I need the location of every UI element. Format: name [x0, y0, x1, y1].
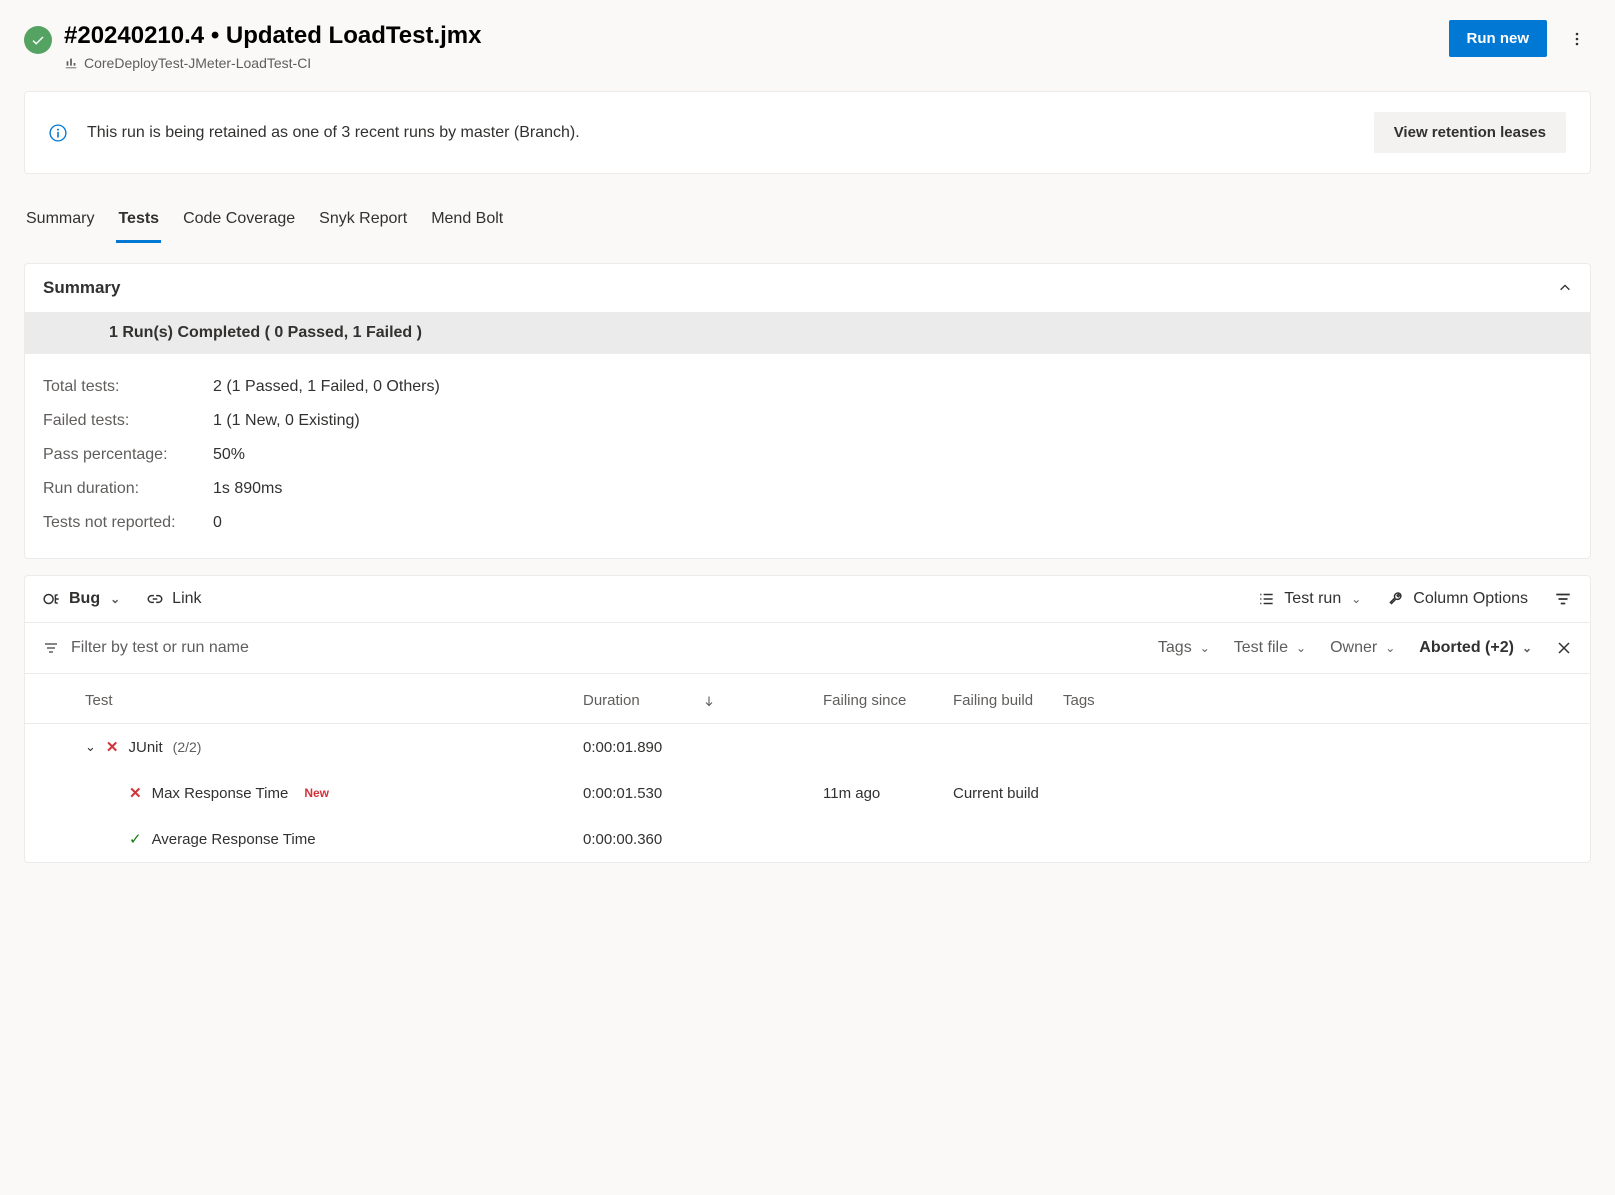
col-tags[interactable]: Tags [1063, 692, 1572, 709]
col-duration[interactable]: Duration [583, 692, 703, 709]
run-status-bar: 1 Run(s) Completed ( 0 Passed, 1 Failed … [25, 312, 1590, 354]
banner-left: This run is being retained as one of 3 r… [49, 124, 580, 142]
run-new-button[interactable]: Run new [1449, 20, 1548, 57]
table-header: Test Duration Failing since Failing buil… [25, 674, 1590, 724]
filter-input[interactable] [71, 633, 471, 663]
pipeline-name: CoreDeployTest-JMeter-LoadTest-CI [84, 55, 311, 71]
test-run-label: Test run [1284, 590, 1341, 608]
test-row[interactable]: ✕ Max Response Time New 0:00:01.530 11m … [25, 770, 1590, 816]
filter-test-file[interactable]: Test file⌄ [1234, 639, 1306, 657]
collapse-icon[interactable]: ⌄ [85, 739, 96, 755]
page-title: #20240210.4 • Updated LoadTest.jmx [64, 20, 481, 51]
tab-snyk-report[interactable]: Snyk Report [317, 202, 409, 243]
clear-filters-button[interactable] [1556, 640, 1572, 656]
results-toolbar: Bug ⌄ Link Test run ⌄ Column Options [25, 576, 1590, 623]
filter-status[interactable]: Aborted (+2)⌄ [1419, 639, 1532, 657]
stat-run-duration: Run duration:1s 890ms [43, 472, 1572, 506]
view-retention-button[interactable]: View retention leases [1374, 112, 1566, 153]
summary-stats: Total tests:2 (1 Passed, 1 Failed, 0 Oth… [25, 354, 1590, 558]
col-sort[interactable] [703, 695, 823, 707]
test-run-dropdown[interactable]: Test run ⌄ [1258, 590, 1361, 608]
test-name: Max Response Time [152, 785, 289, 802]
summary-heading: Summary [43, 278, 120, 298]
test-name: Average Response Time [152, 831, 316, 848]
group-name: JUnit [128, 739, 162, 756]
summary-header[interactable]: Summary [25, 264, 1590, 312]
header-actions: Run new [1449, 20, 1592, 57]
link-button[interactable]: Link [146, 590, 201, 608]
chevron-down-icon: ⌄ [1385, 641, 1395, 655]
tab-bar: Summary Tests Code Coverage Snyk Report … [24, 202, 1591, 243]
retention-banner: This run is being retained as one of 3 r… [24, 91, 1591, 174]
column-options-button[interactable]: Column Options [1387, 590, 1528, 608]
chevron-down-icon: ⌄ [110, 592, 120, 606]
list-icon [1258, 590, 1276, 608]
group-count: (2/2) [173, 739, 202, 755]
filter-left [43, 633, 1158, 663]
title-text: #20240210.4 • Updated LoadTest.jmx CoreD… [64, 20, 481, 71]
stat-total-tests: Total tests:2 (1 Passed, 1 Failed, 0 Oth… [43, 370, 1572, 404]
filter-right: Tags⌄ Test file⌄ Owner⌄ Aborted (+2)⌄ [1158, 639, 1572, 657]
info-icon [49, 124, 67, 142]
summary-card: Summary 1 Run(s) Completed ( 0 Passed, 1… [24, 263, 1591, 559]
chevron-up-icon [1558, 281, 1572, 295]
chevron-down-icon: ⌄ [1296, 641, 1306, 655]
status-success-icon [24, 26, 52, 54]
chevron-down-icon: ⌄ [1351, 592, 1361, 606]
filter-row: Tags⌄ Test file⌄ Owner⌄ Aborted (+2)⌄ [25, 623, 1590, 674]
stat-not-reported: Tests not reported:0 [43, 506, 1572, 540]
banner-text: This run is being retained as one of 3 r… [87, 124, 580, 142]
column-options-label: Column Options [1413, 590, 1528, 608]
toolbar-right: Test run ⌄ Column Options [1258, 590, 1572, 608]
col-test[interactable]: Test [43, 692, 583, 709]
cell-failing-build: Current build [953, 785, 1063, 802]
stat-failed-tests: Failed tests:1 (1 New, 0 Existing) [43, 404, 1572, 438]
cell-duration: 0:00:01.530 [583, 785, 703, 802]
pipeline-subtitle[interactable]: CoreDeployTest-JMeter-LoadTest-CI [64, 55, 481, 71]
group-cell: ⌄ ✕ JUnit (2/2) [43, 738, 583, 756]
test-row[interactable]: ✓ Average Response Time 0:00:00.360 [25, 816, 1590, 862]
tab-code-coverage[interactable]: Code Coverage [181, 202, 297, 243]
chevron-down-icon: ⌄ [1200, 641, 1210, 655]
close-icon [1556, 640, 1572, 656]
group-duration: 0:00:01.890 [583, 739, 703, 756]
test-cell: ✕ Max Response Time New [43, 784, 583, 802]
more-actions-button[interactable] [1563, 25, 1591, 53]
link-icon [146, 590, 164, 608]
stat-pass-pct: Pass percentage:50% [43, 438, 1572, 472]
filter-icon [1554, 590, 1572, 608]
new-badge: New [304, 786, 329, 800]
pipeline-icon [64, 56, 78, 70]
title-block: #20240210.4 • Updated LoadTest.jmx CoreD… [24, 20, 481, 71]
test-group-row[interactable]: ⌄ ✕ JUnit (2/2) 0:00:01.890 [25, 724, 1590, 770]
create-bug-button[interactable]: Bug ⌄ [43, 590, 120, 608]
fail-icon: ✕ [106, 738, 119, 756]
wrench-icon [1387, 590, 1405, 608]
page-header: #20240210.4 • Updated LoadTest.jmx CoreD… [24, 20, 1591, 71]
toolbar-left: Bug ⌄ Link [43, 590, 202, 608]
tab-mend-bolt[interactable]: Mend Bolt [429, 202, 505, 243]
col-failing-build[interactable]: Failing build [953, 692, 1063, 709]
chevron-down-icon: ⌄ [1522, 641, 1532, 655]
cell-failing-since: 11m ago [823, 785, 953, 802]
tab-summary[interactable]: Summary [24, 202, 96, 243]
bug-label: Bug [69, 590, 100, 608]
filter-owner[interactable]: Owner⌄ [1330, 639, 1395, 657]
test-cell: ✓ Average Response Time [43, 830, 583, 848]
more-vertical-icon [1569, 31, 1585, 47]
cell-duration: 0:00:00.360 [583, 831, 703, 848]
filter-toggle-button[interactable] [1554, 590, 1572, 608]
results-card: Bug ⌄ Link Test run ⌄ Column Options [24, 575, 1591, 863]
pass-icon: ✓ [129, 830, 142, 848]
bug-icon [43, 590, 61, 608]
filter-tags[interactable]: Tags⌄ [1158, 639, 1210, 657]
link-label: Link [172, 590, 201, 608]
tab-tests[interactable]: Tests [116, 202, 161, 243]
filter-icon [43, 640, 59, 656]
arrow-down-icon [703, 695, 715, 707]
fail-icon: ✕ [129, 784, 142, 802]
col-failing-since[interactable]: Failing since [823, 692, 953, 709]
